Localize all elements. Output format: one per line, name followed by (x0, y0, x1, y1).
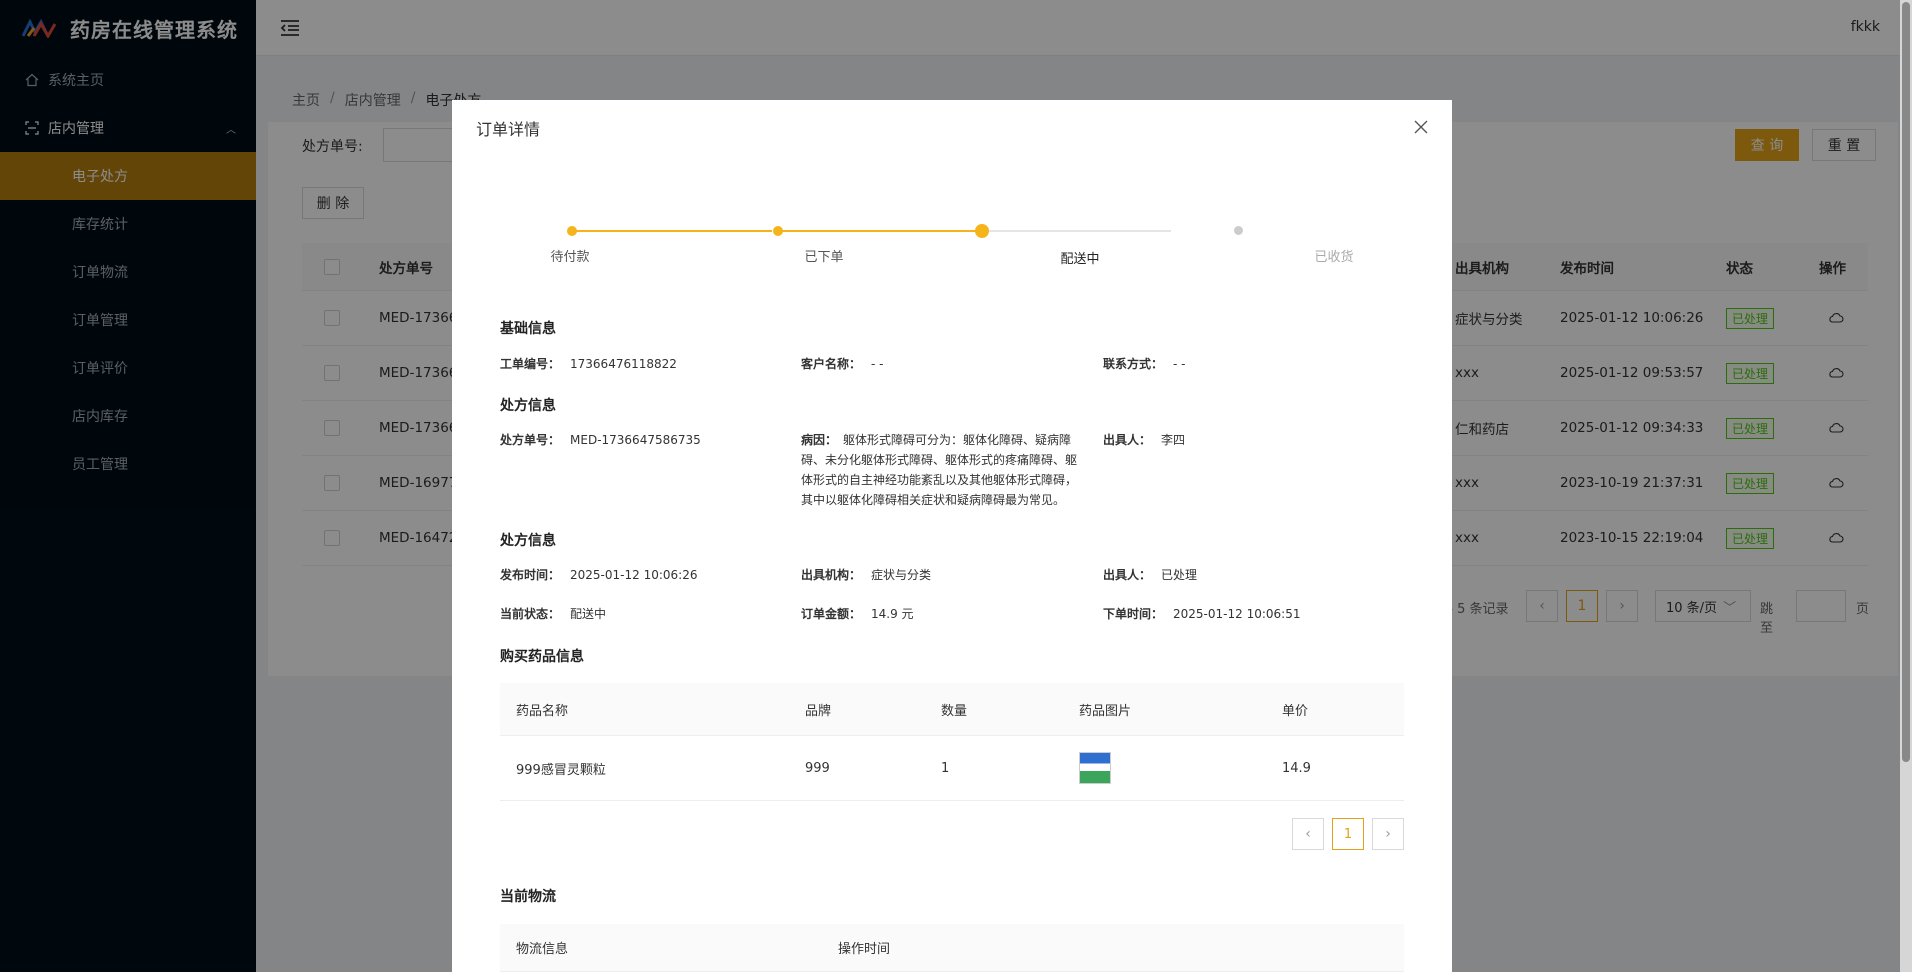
step-label: 已收货 (1314, 250, 1354, 265)
amount-field: 订单金额： 14.9 元 (801, 604, 914, 624)
logistics-table-header: 物流信息 操作时间 (500, 924, 1404, 972)
field-key: 订单金额： (801, 607, 862, 621)
table-row: 999感冒灵颗粒 999 1 14.9 (500, 736, 1404, 801)
page-scrollbar[interactable] (1900, 0, 1912, 972)
modal-title: 订单详情 (476, 120, 541, 139)
rx-no-field: 处方单号： MED-1736647586735 (500, 430, 701, 450)
field-value: 已处理 (1161, 568, 1198, 582)
contact-field: 联系方式： - - (1103, 354, 1186, 374)
order-steps: 待付款 已下单 配送中 已收货 (452, 220, 1452, 280)
customer-field: 客户名称： - - (801, 354, 884, 374)
order-detail-modal: 订单详情 待付款 已下单 配送中 已收货 基础信息 工单编号： 173664761… (452, 100, 1452, 972)
field-value: 配送中 (570, 607, 607, 621)
col-drug-name: 药品名称 (516, 703, 569, 719)
cause-text: 病因： 躯体形式障碍可分为：躯体化障碍、疑病障 碍、未分化躯体形式障碍、躯体形式的… (801, 430, 1077, 510)
field-key: 出具人： (1103, 433, 1152, 447)
order-no-field: 工单编号： 17366476118822 (500, 354, 677, 374)
field-key: 下单时间： (1103, 607, 1164, 621)
prev-page-button[interactable]: ‹ (1292, 818, 1324, 850)
field-key: 客户名称： (801, 357, 862, 371)
logistics-table: 物流信息 操作时间 (500, 924, 1404, 972)
field-value: 14.9 元 (871, 607, 914, 621)
step-connector (778, 230, 978, 232)
step-connector (987, 230, 1171, 232)
page-1-button[interactable]: 1 (1332, 818, 1364, 850)
rx-info2-title: 处方信息 (500, 533, 556, 549)
drugs-table: 药品名称 品牌 数量 药品图片 单价 999感冒灵颗粒 999 1 14.9 (500, 683, 1404, 801)
drug-qty: 1 (941, 760, 950, 776)
cause-line: 碍、未分化躯体形式障碍、躯体形式的疼痛障碍、躯 (801, 453, 1078, 467)
field-key: 当前状态： (500, 607, 561, 621)
field-value: 2025-01-12 10:06:51 (1173, 607, 1301, 621)
basic-info-title: 基础信息 (500, 321, 556, 337)
rx-info-title: 处方信息 (500, 398, 556, 414)
col-brand: 品牌 (805, 703, 832, 719)
field-value: - - (871, 357, 884, 371)
next-page-button[interactable]: › (1372, 818, 1404, 850)
field-key: 发布时间： (500, 568, 561, 582)
field-value: 李四 (1161, 433, 1186, 447)
cause-line: 其中以躯体化障碍相关症状和疑病障碍最为常见。 (801, 493, 1066, 507)
field-value: 2025-01-12 10:06:26 (570, 568, 698, 582)
field-key: 工单编号： (500, 357, 561, 371)
close-icon[interactable] (1410, 116, 1432, 138)
cause-field: 病因： 躯体形式障碍可分为：躯体化障碍、疑病障 碍、未分化躯体形式障碍、躯体形式的… (801, 430, 1101, 510)
col-image: 药品图片 (1079, 703, 1132, 719)
order-time-field: 下单时间： 2025-01-12 10:06:51 (1103, 604, 1300, 624)
field-value: 症状与分类 (871, 568, 932, 582)
status-field: 当前状态： 配送中 (500, 604, 606, 624)
step-label-current: 配送中 (1060, 252, 1100, 267)
step-label: 已下单 (804, 250, 844, 265)
col-price: 单价 (1282, 703, 1309, 719)
drug-price: 14.9 (1282, 760, 1311, 776)
issuer-field: 出具人： 已处理 (1103, 565, 1197, 585)
step-dot (1234, 226, 1243, 235)
step-dot (773, 226, 783, 236)
drug-image-cell (1079, 736, 1111, 800)
field-value: MED-1736647586735 (570, 433, 701, 447)
step-dot-current (975, 224, 989, 238)
field-key: 出具人： (1103, 568, 1152, 582)
step-dot (567, 226, 577, 236)
field-value: - - (1173, 357, 1186, 371)
field-key: 病因： (801, 433, 838, 447)
logistics-title: 当前物流 (500, 889, 556, 905)
cause-line: 躯体形式障碍可分为：躯体化障碍、疑病障 (843, 433, 1072, 447)
field-value: 17366476118822 (570, 357, 677, 371)
org-field: 出具机构： 症状与分类 (801, 565, 931, 585)
field-key: 联系方式： (1103, 357, 1164, 371)
step-label: 待付款 (550, 250, 590, 265)
col-operate-time: 操作时间 (838, 942, 891, 957)
publish-time-field: 发布时间： 2025-01-12 10:06:26 (500, 565, 697, 585)
field-key: 处方单号： (500, 433, 561, 447)
col-logistics-info: 物流信息 (516, 942, 569, 957)
drug-brand: 999 (805, 760, 830, 776)
cause-line: 体形式的自主神经功能紊乱以及其他躯体形式障碍， (801, 473, 1078, 487)
col-qty: 数量 (941, 703, 968, 719)
scrollbar-thumb[interactable] (1902, 2, 1910, 762)
drugs-table-header: 药品名称 品牌 数量 药品图片 单价 (500, 683, 1404, 736)
rx-issuer-field: 出具人： 李四 (1103, 430, 1185, 450)
drug-name: 999感冒灵颗粒 (516, 762, 606, 778)
drug-image[interactable] (1079, 752, 1111, 784)
drugs-title: 购买药品信息 (500, 649, 584, 665)
field-key: 出具机构： (801, 568, 862, 582)
step-connector (572, 230, 772, 232)
